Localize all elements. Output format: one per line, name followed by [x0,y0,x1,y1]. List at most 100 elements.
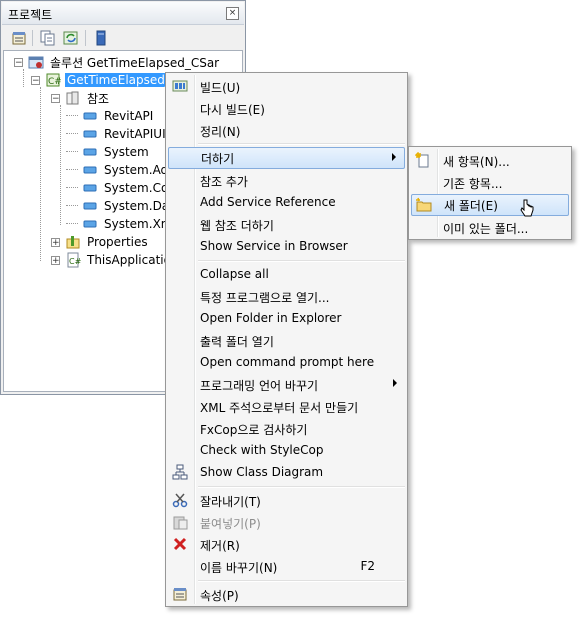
tree-node-solution[interactable]: − 솔루션 GetTimeElapsed_CSar [14,53,221,71]
menu-item-stylecop[interactable]: Check with StyleCop [168,440,405,461]
tree-node-project[interactable]: − C# GetTimeElapsed_C [31,71,182,89]
build-icon [172,78,188,94]
close-icon[interactable]: × [226,7,239,20]
reference-label: RevitAPIUI [104,127,166,141]
shortcut-text: F2 [360,559,375,573]
svg-text:C#: C# [48,77,61,87]
tree-node-references[interactable]: − 참조 [51,89,111,107]
menu-item-add[interactable]: 더하기 [168,147,405,169]
delete-icon [172,536,188,552]
tree-connector [66,223,78,224]
tree-node-reference[interactable]: RevitAPIUI [82,125,168,143]
menu-item-build[interactable]: 빌드(U) [168,76,405,97]
panel-toolbar [4,27,242,49]
reference-label: System.Xm [104,217,173,231]
csharp-project-icon: C# [45,72,61,88]
submenu-arrow-icon [392,153,396,161]
tree-connector [66,169,78,170]
reference-label: System.Co [104,181,169,195]
expand-icon[interactable]: + [51,237,60,247]
tree-node-this-application[interactable]: + C# ThisApplication [51,251,181,269]
menu-item-build-docs-from-xml[interactable]: XML 주석으로부터 문서 만들기 [168,396,405,417]
tree-connector [66,151,78,152]
references-folder-icon [65,90,81,106]
new-folder-icon [416,197,432,213]
cut-icon [172,492,188,508]
menu-item-open-output-folder[interactable]: 출력 폴더 열기 [168,330,405,351]
menu-item-change-language[interactable]: 프로그래밍 언어 바꾸기 [168,374,405,395]
csharp-file-icon: C# [65,252,81,268]
class-diagram-icon [172,464,188,480]
menu-item-add-web-reference[interactable]: 웹 참조 더하기 [168,214,405,235]
reference-icon [82,180,98,196]
collapse-icon[interactable]: − [31,75,40,85]
collapse-icon[interactable]: − [14,57,23,67]
submenu-item-existing-folder[interactable]: 이미 있는 폴더... [411,217,569,238]
tree-connector [66,205,78,206]
reference-label: System.Ad [104,163,169,177]
menu-item-show-service-in-browser[interactable]: Show Service in Browser [168,236,405,257]
menu-item-properties[interactable]: 속성(P) [168,584,405,605]
properties-icon[interactable] [10,29,28,47]
menu-item-collapse-all[interactable]: Collapse all [168,264,405,285]
menu-item-rebuild[interactable]: 다시 빌드(E) [168,98,405,119]
menu-item-rename[interactable]: 이름 바꾸기(N) F2 [168,556,405,577]
show-all-files-icon[interactable] [39,29,57,47]
menu-separator [198,143,405,145]
add-submenu: 새 항목(N)... 기존 항목... 새 폴더(E) 이미 있는 폴더... [408,146,572,240]
refresh-icon[interactable] [62,29,80,47]
menu-item-add-service-reference[interactable]: Add Service Reference [168,192,405,213]
mouse-cursor-hand-icon [520,199,534,217]
menu-item-clean[interactable]: 정리(N) [168,120,405,141]
solution-label: 솔루션 GetTimeElapsed_CSar [50,55,220,70]
submenu-item-existing-item[interactable]: 기존 항목... [411,172,569,193]
tree-connector [40,87,41,261]
submenu-arrow-icon [393,379,397,387]
reference-icon [82,216,98,232]
paste-icon [172,514,188,530]
tree-node-reference[interactable]: System.Co [82,179,170,197]
reference-icon [82,144,98,160]
properties-icon [172,586,188,602]
context-menu: 빌드(U) 다시 빌드(E) 정리(N) 더하기 참조 추가 Add Servi… [165,72,408,607]
references-label: 참조 [87,91,110,106]
menu-item-fxcop[interactable]: FxCop으로 검사하기 [168,418,405,439]
menu-item-open-command-prompt[interactable]: Open command prompt here [168,352,405,373]
tree-connector [66,133,78,134]
tree-node-reference[interactable]: RevitAPI [82,107,155,125]
menu-separator [198,260,405,262]
reference-label: System [104,145,149,159]
expand-icon[interactable]: + [51,255,60,265]
menu-item-show-class-diagram[interactable]: Show Class Diagram [168,462,405,483]
menu-item-add-reference[interactable]: 참조 추가 [168,170,405,191]
tree-connector [23,69,24,87]
menu-separator [198,486,405,488]
reference-label: RevitAPI [104,109,154,123]
submenu-item-new-folder[interactable]: 새 폴더(E) [411,194,569,216]
properties-label: Properties [87,235,148,249]
tree-node-reference[interactable]: System [82,143,151,161]
menu-item-cut[interactable]: 잘라내기(T) [168,490,405,511]
solution-icon [28,54,44,70]
view-class-diagram-icon[interactable] [92,29,110,47]
tree-connector [66,115,78,116]
reference-icon [82,162,98,178]
tree-node-reference[interactable]: System.Xm [82,215,174,233]
svg-text:C#: C# [69,257,81,266]
submenu-item-new-item[interactable]: 새 항목(N)... [411,150,569,171]
reference-icon [82,126,98,142]
menu-item-open-with[interactable]: 특정 프로그램으로 열기... [168,286,405,307]
toolbar-separator [85,30,86,46]
collapse-icon[interactable]: − [51,93,60,103]
properties-folder-icon [65,234,81,250]
reference-icon [82,108,98,124]
tree-node-properties[interactable]: + Properties [51,233,150,251]
project-label: GetTimeElapsed_C [65,73,182,87]
reference-label: System.Da [104,199,170,213]
tree-node-reference[interactable]: System.Ad [82,161,170,179]
menu-item-paste[interactable]: 붙여넣기(P) [168,512,405,533]
panel-titlebar: 프로젝트 × [2,2,244,25]
menu-item-remove[interactable]: 제거(R) [168,534,405,555]
tree-node-reference[interactable]: System.Da [82,197,171,215]
menu-item-open-folder-in-explorer[interactable]: Open Folder in Explorer [168,308,405,329]
